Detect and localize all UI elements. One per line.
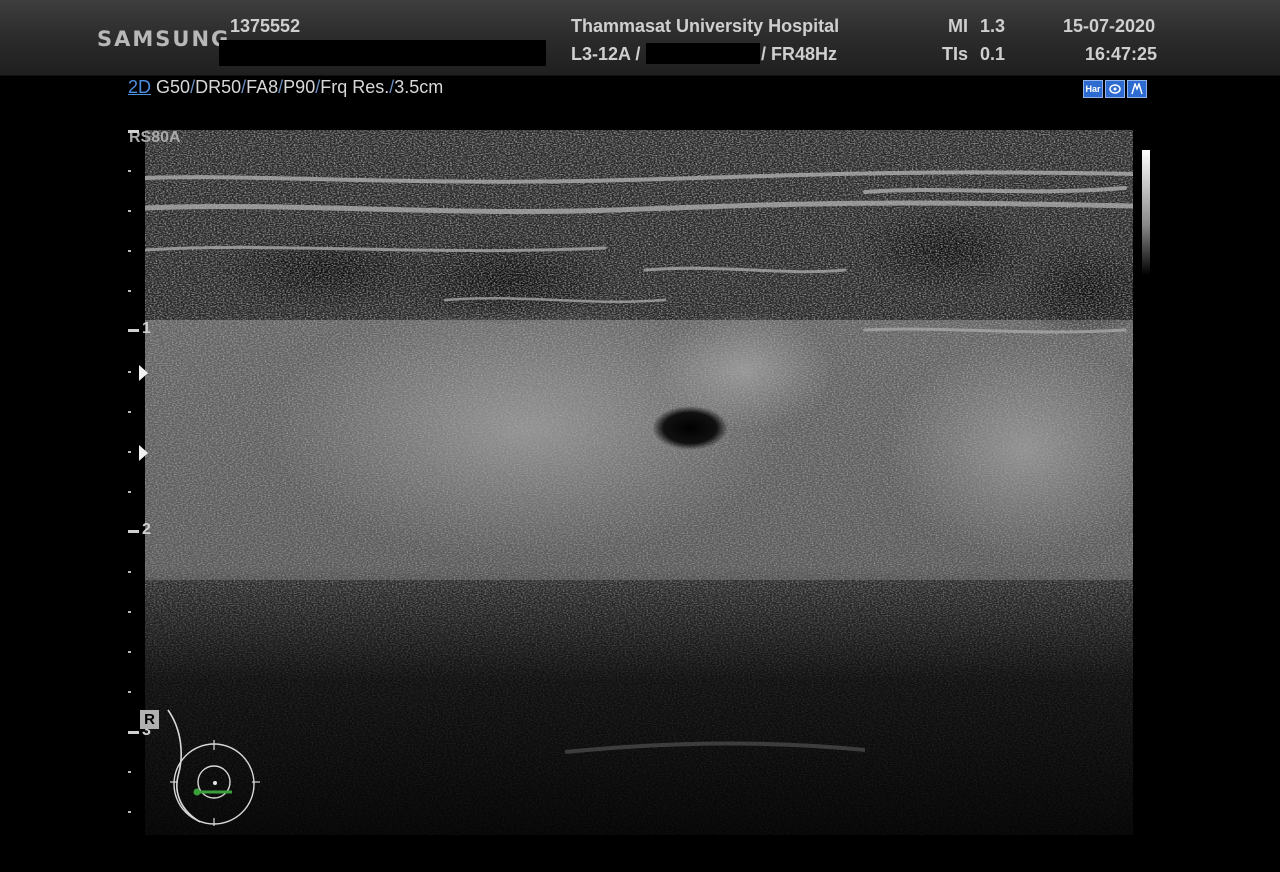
depth-dot bbox=[128, 771, 131, 773]
depth-dot bbox=[128, 250, 131, 252]
frame-rate: / FR48Hz bbox=[761, 44, 838, 64]
depth-dot bbox=[128, 411, 131, 413]
grayscale-map-bar bbox=[1142, 150, 1150, 275]
mode-2d-button[interactable]: 2D bbox=[128, 77, 151, 97]
tis-value: 0.1 bbox=[980, 44, 1006, 64]
depth-tick-0 bbox=[128, 130, 139, 133]
ultrasound-image-canvas bbox=[145, 130, 1133, 835]
ultrasound-image[interactable] bbox=[145, 130, 1133, 835]
depth-dot bbox=[128, 651, 131, 653]
depth-dot bbox=[128, 691, 131, 693]
mi-label: MI bbox=[948, 16, 968, 36]
probe-name: L3-12A / bbox=[571, 44, 641, 64]
redacted-preset bbox=[646, 43, 760, 64]
frame-average-value: FA8 bbox=[246, 77, 279, 97]
depth-label-2: 2 bbox=[142, 521, 151, 538]
focus-marker-1[interactable] bbox=[139, 365, 148, 381]
ultrasound-screen: SAMSUNG 1375552 Thammasat University Hos… bbox=[0, 0, 1280, 872]
depth-tick-1 bbox=[128, 329, 139, 332]
status-icons: Har bbox=[1083, 80, 1147, 98]
probe-icon[interactable] bbox=[1105, 80, 1125, 98]
mi-value: 1.3 bbox=[980, 16, 1006, 36]
imaging-parameters: 2D G50/DR50/FA8/P90/Frq Res./3.5cm bbox=[128, 77, 443, 98]
focus-marker-2[interactable] bbox=[139, 445, 148, 461]
patient-id: 1375552 bbox=[230, 16, 301, 36]
depth-value: 3.5cm bbox=[394, 77, 444, 97]
depth-dot bbox=[128, 451, 131, 453]
depth-dot bbox=[128, 611, 131, 613]
depth-dot bbox=[128, 290, 131, 292]
depth-label-1: 1 bbox=[142, 320, 151, 337]
hospital-name: Thammasat University Hospital bbox=[571, 16, 840, 36]
depth-dot bbox=[128, 571, 131, 573]
header-bar: SAMSUNG 1375552 Thammasat University Hos… bbox=[0, 0, 1280, 76]
depth-dot bbox=[128, 491, 131, 493]
depth-dot bbox=[128, 210, 131, 212]
exam-date: 15-07-2020 bbox=[1063, 16, 1156, 36]
depth-tick-2 bbox=[128, 530, 139, 533]
exam-time: 16:47:25 bbox=[1085, 44, 1158, 64]
depth-tick-3 bbox=[128, 731, 139, 734]
harmonic-icon[interactable]: Har bbox=[1083, 80, 1103, 98]
dynamic-range-value: DR50 bbox=[195, 77, 242, 97]
depth-dot bbox=[128, 811, 131, 813]
tis-label: TIs bbox=[942, 44, 969, 64]
brand-logo: SAMSUNG bbox=[97, 27, 231, 51]
frequency-value: Frq Res. bbox=[320, 77, 390, 97]
depth-dot bbox=[128, 371, 131, 373]
depth-dot bbox=[128, 170, 131, 172]
gain-value: G50 bbox=[156, 77, 191, 97]
s-vue-icon[interactable] bbox=[1127, 80, 1147, 98]
power-value: P90 bbox=[283, 77, 316, 97]
redacted-patient-name bbox=[219, 40, 546, 66]
orientation-marker: R bbox=[140, 710, 159, 729]
breast-body-marker-icon[interactable] bbox=[160, 706, 260, 833]
